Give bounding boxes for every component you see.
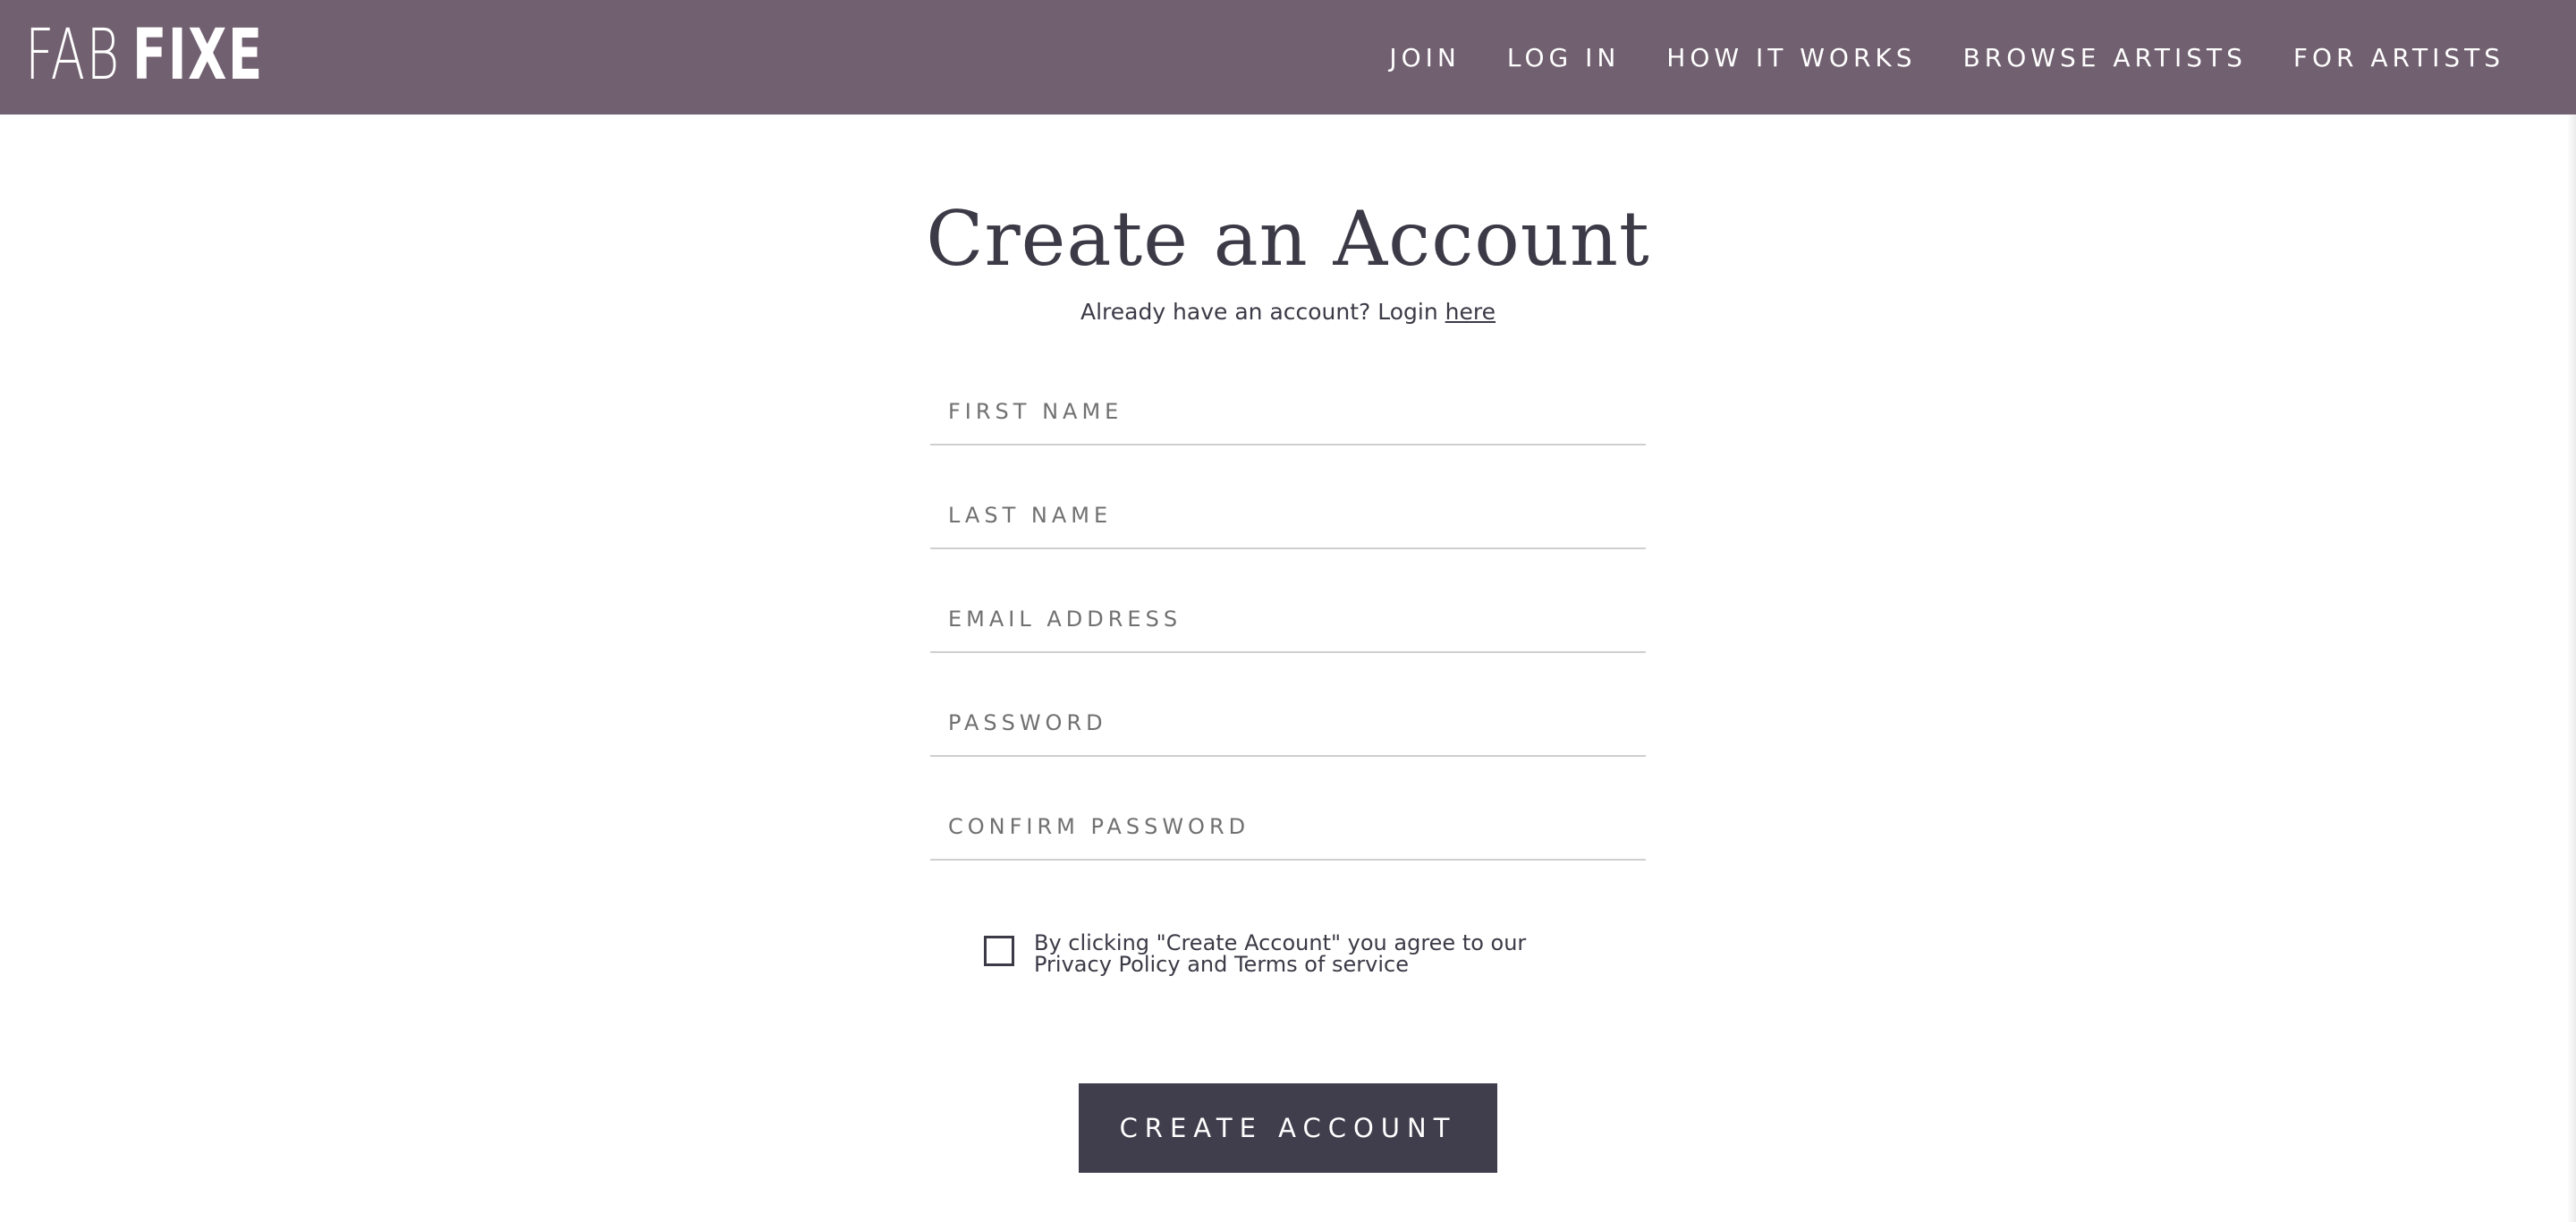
page-edge-shadow <box>2567 115 2576 1222</box>
nav-for-artists[interactable]: FOR ARTISTS <box>2293 43 2504 72</box>
password-input[interactable] <box>930 696 1646 750</box>
first-name-field <box>930 385 1646 446</box>
password-field <box>930 696 1646 757</box>
logo-light-text: FAB <box>25 15 121 96</box>
confirm-password-input[interactable] <box>930 800 1646 853</box>
terms-checkbox[interactable] <box>984 936 1014 966</box>
nav-join[interactable]: JOIN <box>1389 43 1461 72</box>
login-prompt: Already have an account? Login here <box>0 299 2576 325</box>
login-here-link[interactable]: here <box>1445 299 1496 325</box>
first-name-input[interactable] <box>930 385 1646 438</box>
email-field <box>930 592 1646 653</box>
main-nav: JOIN LOG IN HOW IT WORKS BROWSE ARTISTS … <box>1389 0 2504 115</box>
top-header: FAB FIXE JOIN LOG IN HOW IT WORKS BROWSE … <box>0 0 2576 115</box>
nav-browse-artists[interactable]: BROWSE ARTISTS <box>1963 43 2247 72</box>
last-name-input[interactable] <box>930 488 1646 542</box>
page: FAB FIXE JOIN LOG IN HOW IT WORKS BROWSE … <box>0 0 2576 1222</box>
terms-consent-text: By clicking "Create Account" you agree t… <box>1034 930 1527 977</box>
logo[interactable]: FAB FIXE <box>25 20 315 91</box>
create-account-button[interactable]: CREATE ACCOUNT <box>1079 1083 1497 1173</box>
last-name-field <box>930 488 1646 549</box>
terms-consent: By clicking "Create Account" you agree t… <box>984 932 1556 975</box>
login-prompt-text: Already have an account? Login <box>1080 299 1445 325</box>
email-input[interactable] <box>930 592 1646 646</box>
page-title: Create an Account <box>926 195 1650 283</box>
logo-bold-text: FIXE <box>132 15 264 96</box>
nav-log-in[interactable]: LOG IN <box>1507 43 1620 72</box>
confirm-password-field <box>930 800 1646 861</box>
nav-how-it-works[interactable]: HOW IT WORKS <box>1666 43 1916 72</box>
